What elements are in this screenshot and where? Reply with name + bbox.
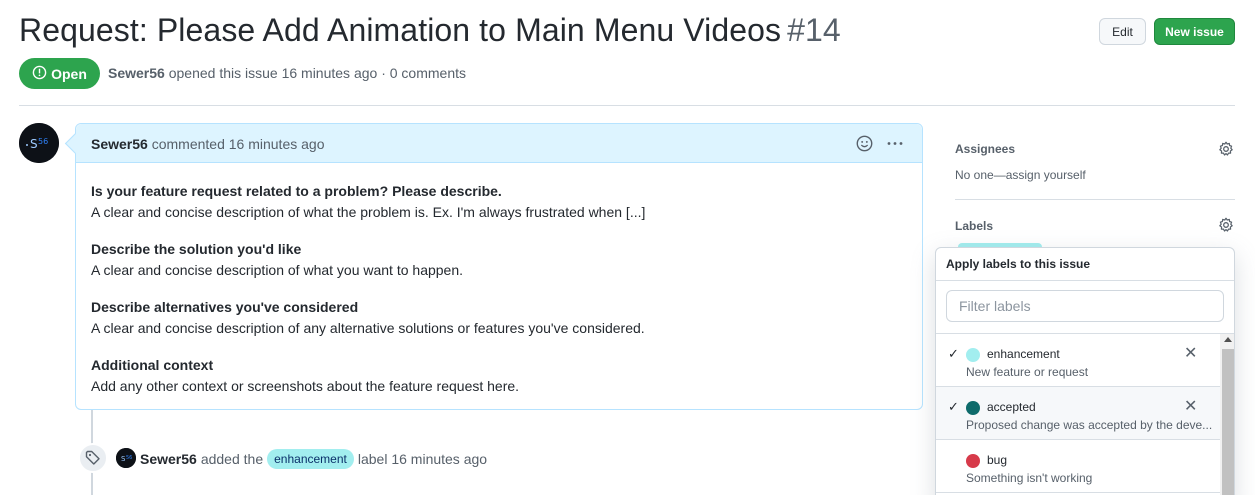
section-text: A clear and concise description of what … bbox=[91, 204, 646, 220]
label-color-dot bbox=[966, 401, 980, 415]
section-heading: Describe alternatives you've considered bbox=[91, 299, 359, 315]
svg-text:56: 56 bbox=[38, 137, 48, 146]
event-label[interactable]: enhancement bbox=[267, 449, 354, 469]
comment-body: Is your feature request related to a pro… bbox=[76, 163, 922, 397]
issue-meta: Sewer56 opened this issue 16 minutes ago… bbox=[108, 65, 466, 81]
new-issue-button[interactable]: New issue bbox=[1154, 18, 1235, 45]
comment-header: Sewer56 commented 16 minutes ago bbox=[76, 124, 922, 163]
event-actor[interactable]: Sewer56 bbox=[140, 451, 197, 467]
labels-popover: Apply labels to this issue ✓ enhancement… bbox=[935, 247, 1235, 495]
svg-text:56: 56 bbox=[126, 455, 132, 461]
check-icon: ✓ bbox=[948, 346, 959, 361]
labels-heading[interactable]: Labels bbox=[955, 219, 993, 233]
section-heading: Is your feature request related to a pro… bbox=[91, 183, 502, 199]
assignees-value[interactable]: No one—assign yourself bbox=[955, 168, 1086, 182]
label-description: Something isn't working bbox=[966, 471, 1093, 485]
label-name: bug bbox=[987, 453, 1008, 467]
edit-button[interactable]: Edit bbox=[1099, 18, 1146, 45]
event-avatar[interactable]: S 56 bbox=[116, 448, 136, 468]
comment-author[interactable]: Sewer56 bbox=[91, 136, 148, 152]
timeline-event: Sewer56 added the enhancement label 16 m… bbox=[140, 449, 487, 469]
status-badge: Open bbox=[19, 58, 100, 89]
svg-text:S: S bbox=[30, 137, 38, 151]
label-item-accepted[interactable]: ✓ accepted Proposed change was accepted … bbox=[936, 387, 1220, 440]
label-name: accepted bbox=[987, 400, 1036, 414]
check-icon: ✓ bbox=[948, 399, 959, 414]
filter-labels-input[interactable] bbox=[946, 290, 1224, 322]
issue-opened-icon bbox=[32, 65, 47, 83]
smiley-icon[interactable] bbox=[856, 135, 873, 157]
label-description: New feature or request bbox=[966, 365, 1089, 379]
close-icon[interactable]: ✕ bbox=[1184, 396, 1197, 416]
issue-meta-text: opened this issue 16 minutes ago · 0 com… bbox=[168, 65, 466, 81]
sidebar-divider bbox=[955, 199, 1235, 200]
label-color-dot bbox=[966, 348, 980, 362]
label-item-bug[interactable]: bug Something isn't working bbox=[936, 440, 1220, 493]
comment-author-line: Sewer56 commented 16 minutes ago bbox=[91, 136, 324, 152]
status-label: Open bbox=[51, 65, 87, 82]
issue-title-text: Request: Please Add Animation to Main Me… bbox=[19, 12, 782, 48]
section-text: A clear and concise description of what … bbox=[91, 262, 464, 278]
section-heading: Describe the solution you'd like bbox=[91, 241, 302, 257]
event-prefix: added the bbox=[200, 451, 264, 467]
label-name: enhancement bbox=[987, 347, 1060, 361]
comment-box: Sewer56 commented 16 minutes ago Is your… bbox=[75, 123, 923, 410]
issue-title: Request: Please Add Animation to Main Me… bbox=[19, 12, 841, 49]
assignees-heading[interactable]: Assignees bbox=[955, 142, 1015, 156]
section-text: A clear and concise description of any a… bbox=[91, 320, 645, 336]
label-color-dot bbox=[966, 454, 980, 468]
author-link[interactable]: Sewer56 bbox=[108, 65, 165, 81]
header-divider bbox=[19, 105, 1235, 106]
scrollbar-thumb[interactable] bbox=[1222, 349, 1234, 495]
comment-timestamp: commented 16 minutes ago bbox=[151, 136, 325, 152]
section-text: Add any other context or screenshots abo… bbox=[91, 378, 520, 394]
label-description: Proposed change was accepted by the deve… bbox=[966, 418, 1213, 432]
labels-gear-icon[interactable] bbox=[1218, 217, 1234, 238]
scroll-up-icon[interactable] bbox=[1224, 337, 1232, 342]
label-item-enhancement[interactable]: ✓ enhancement New feature or request ✕ bbox=[936, 334, 1220, 387]
tag-icon bbox=[78, 443, 108, 473]
event-suffix: label 16 minutes ago bbox=[357, 451, 488, 467]
assignees-gear-icon[interactable] bbox=[1218, 141, 1234, 162]
popover-title: Apply labels to this issue bbox=[936, 248, 1234, 281]
section-heading: Additional context bbox=[91, 357, 214, 373]
issue-number: #14 bbox=[787, 12, 841, 48]
avatar[interactable]: S 56 bbox=[19, 123, 59, 163]
kebab-menu-icon[interactable] bbox=[886, 135, 904, 157]
close-icon[interactable]: ✕ bbox=[1184, 343, 1197, 363]
